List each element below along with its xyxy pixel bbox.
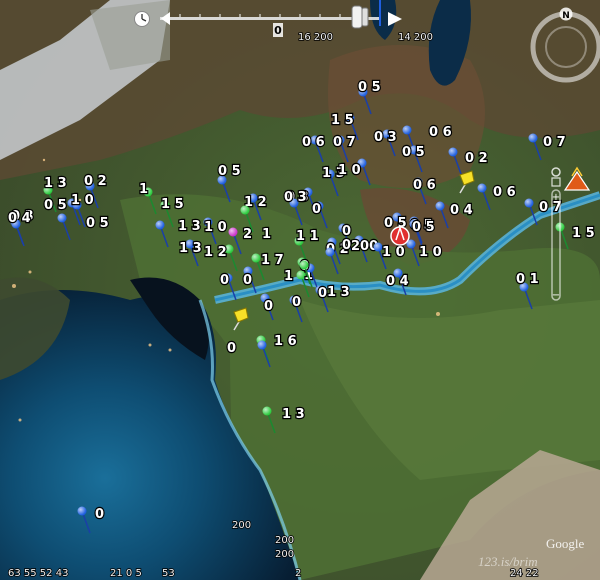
svg-text:2: 2 [295, 568, 301, 579]
placemark-label: 0 [220, 273, 229, 288]
pin-gloss [57, 213, 67, 223]
placemark-label: 1 3 [327, 285, 350, 300]
map-view[interactable]: 0 51 50 60 70 30 60 50 20 71 30 20 51 31… [0, 0, 600, 580]
pin-gloss [435, 201, 445, 211]
placemark-label: 0 [95, 507, 104, 522]
placemark-label: 0 [264, 299, 273, 314]
pin-gloss [524, 198, 534, 208]
placemark-label: 1 [262, 227, 271, 242]
placemark-label: 1 0 [419, 245, 442, 260]
pin-gloss [77, 506, 87, 516]
placemark-label: 1 5 [331, 113, 354, 128]
placemark-label: 0 3 [374, 130, 397, 145]
placemark-label: 0 4 [450, 203, 473, 218]
placemark-label: 0 [292, 295, 301, 310]
placemark-label: 1 3 [282, 407, 305, 422]
placemark-label: 0 6 [429, 125, 452, 140]
placemark-label: 1 [284, 269, 293, 284]
placemark-label: 0 6 [302, 135, 325, 150]
timeline-track[interactable] [160, 17, 380, 20]
compass-north-label: N [562, 11, 570, 21]
scatter-number: 200 [275, 549, 294, 560]
svg-text:53: 53 [162, 568, 175, 579]
pin-gloss [299, 260, 309, 270]
placemark-label: 1 3 [44, 176, 67, 191]
placemark-label: 0 5 [412, 220, 435, 235]
timeline-range-handle[interactable] [351, 5, 369, 29]
placemark-label: 0 3 [284, 190, 307, 205]
placemark-label: 1 0 [382, 245, 405, 260]
clock-icon[interactable] [134, 11, 150, 27]
placemark-label: 0 [318, 286, 327, 301]
timeline-start-label: 16 200 [298, 32, 333, 43]
flag-icon[interactable] [390, 225, 410, 246]
pin-gloss [528, 133, 538, 143]
placemark-label: 0 2 [465, 151, 488, 166]
scatter-number: 200 [275, 535, 294, 546]
placemark-label: 1 0 [338, 163, 361, 178]
placemark-label: 0 5 [86, 216, 109, 231]
placemark-label: 1 7 [261, 253, 284, 268]
placemark-label: 0 [342, 224, 351, 239]
placemark-label: 0 6 [413, 178, 436, 193]
placemark-label: 0 [312, 202, 321, 217]
placemark-label: 0 1 [516, 272, 539, 287]
pin-gloss [257, 340, 267, 350]
placemark-label: 0 7 [543, 135, 566, 150]
pin-gloss [251, 253, 261, 263]
placemark-label: 0 4 [386, 274, 409, 289]
scatter-number: 200 [232, 520, 251, 531]
pin-gloss [155, 220, 165, 230]
placemark-label: 0 5 [402, 145, 425, 160]
pin-gloss [402, 125, 412, 135]
provider-logo: Google [546, 536, 585, 551]
timeline-end-label: 14 200 [398, 32, 433, 43]
placemark-label: 0 2 [84, 174, 107, 189]
pin-gloss [325, 247, 335, 257]
timeline-marker-label: 0 [274, 24, 282, 37]
placemark-label: 0 4 [8, 211, 31, 226]
placemark-label: 0 6 [493, 185, 516, 200]
placemark-label: 1 5 [161, 197, 184, 212]
zoom-in-button[interactable]: + [552, 192, 560, 203]
svg-text:63 55 52 43: 63 55 52 43 [8, 568, 68, 579]
placemark-label: 0 5 [218, 164, 241, 179]
placemark-label: 0 7 [333, 135, 356, 150]
placemark-label: 1 0 [71, 193, 94, 208]
pin-gloss [448, 147, 458, 157]
placemark-label: 1 6 [274, 334, 297, 349]
placemark-label: 1 3 [179, 241, 202, 256]
placemark-label: 1 [139, 182, 148, 197]
placemark-label: 0 [227, 341, 236, 356]
placemark-label: 1 2 [204, 245, 227, 260]
pin-gloss [477, 183, 487, 193]
watermark: 123.is/brim [478, 554, 538, 569]
map-canvas[interactable]: 0 51 50 60 70 30 60 50 20 71 30 20 51 31… [0, 0, 600, 580]
placemark-label: 2 [243, 227, 252, 242]
placemark-label: 0 [243, 273, 252, 288]
placemark-label: 1 5 [572, 226, 595, 241]
pin-gloss [228, 227, 238, 237]
placemark-label: 0 5 [358, 80, 381, 95]
placemark-label: 0 [342, 238, 351, 253]
pin-gloss [240, 205, 250, 215]
pin-gloss [262, 406, 272, 416]
timeline-slider[interactable]: 0 16 200 14 200 [0, 0, 600, 44]
placemark-label: 1 1 [296, 229, 319, 244]
svg-text:24 22: 24 22 [510, 568, 539, 579]
placemark-label: 1 3 [178, 219, 201, 234]
svg-text:21 0 5: 21 0 5 [110, 568, 142, 579]
placemark-label: 1 0 [204, 220, 227, 235]
placemark-label: 0 5 [44, 198, 67, 213]
zoom-out-button[interactable]: − [552, 290, 560, 301]
